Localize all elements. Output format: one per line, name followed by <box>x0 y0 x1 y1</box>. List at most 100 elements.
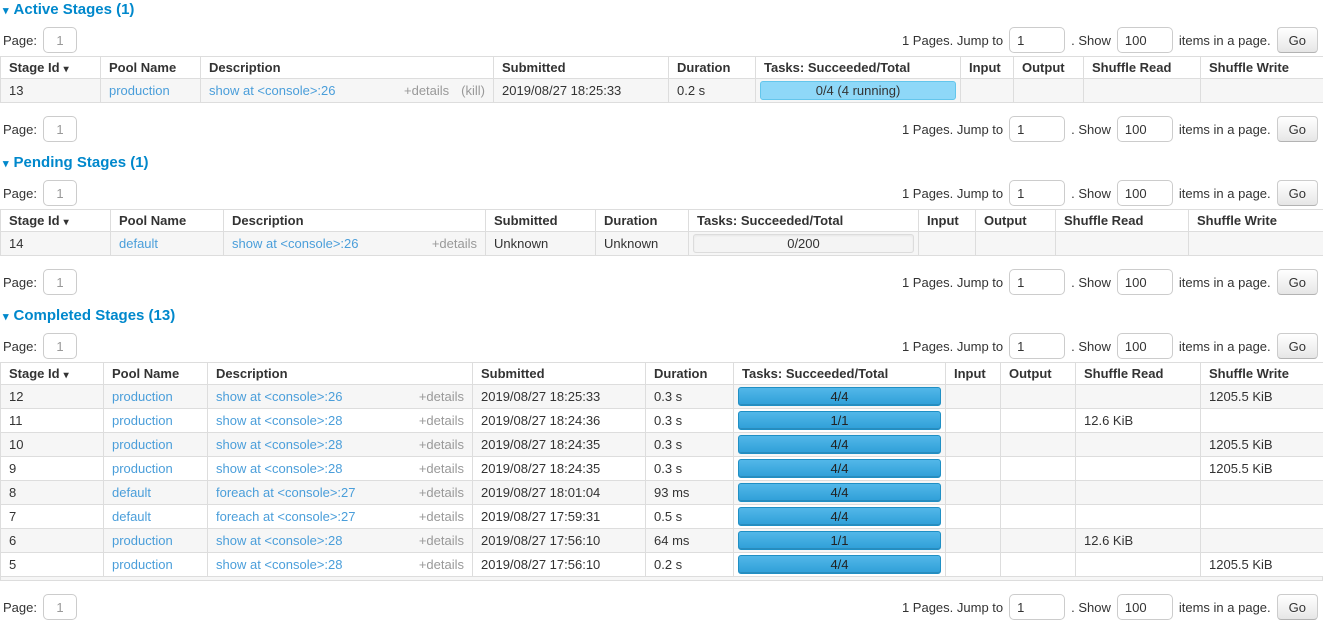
pagination-row: Page: 1 Pages. Jump to . Show items in a… <box>3 27 1318 53</box>
page-number-input[interactable] <box>43 27 77 53</box>
column-header[interactable]: Submitted <box>486 210 596 232</box>
description-link[interactable]: foreach at <console>:27 <box>216 485 419 500</box>
column-header[interactable]: Shuffle Read <box>1056 210 1189 232</box>
pool-name-link[interactable]: production <box>112 413 173 428</box>
tasks-progress-bar: 1/1 <box>738 531 941 550</box>
column-header[interactable]: Tasks: Succeeded/Total <box>756 57 961 79</box>
column-header[interactable]: Shuffle Write <box>1201 363 1323 385</box>
details-toggle[interactable]: +details <box>419 485 464 500</box>
details-toggle[interactable]: +details <box>419 557 464 572</box>
column-header[interactable]: Stage Id▾ <box>1 57 101 79</box>
column-header[interactable]: Pool Name <box>104 363 208 385</box>
go-button[interactable]: Go <box>1277 269 1318 295</box>
pending-stages-heading[interactable]: ▾ Pending Stages (1) <box>3 153 1323 171</box>
column-header[interactable]: Description <box>201 57 494 79</box>
show-count-input[interactable] <box>1117 594 1173 620</box>
details-toggle[interactable]: +details <box>419 509 464 524</box>
column-header[interactable]: Tasks: Succeeded/Total <box>734 363 946 385</box>
column-header[interactable]: Description <box>224 210 486 232</box>
column-header[interactable]: Input <box>919 210 976 232</box>
tasks-cell: 4/4 <box>734 457 946 481</box>
output-cell <box>1001 553 1076 577</box>
column-header[interactable]: Stage Id▾ <box>1 210 111 232</box>
column-header[interactable]: Tasks: Succeeded/Total <box>689 210 919 232</box>
description-link[interactable]: show at <console>:26 <box>209 83 404 98</box>
column-header[interactable]: Stage Id▾ <box>1 363 104 385</box>
go-button[interactable]: Go <box>1277 180 1318 206</box>
pool-name-link[interactable]: production <box>112 557 173 572</box>
details-toggle[interactable]: +details <box>419 413 464 428</box>
description-link[interactable]: show at <console>:26 <box>216 389 419 404</box>
column-header[interactable]: Duration <box>596 210 689 232</box>
show-count-input[interactable] <box>1117 180 1173 206</box>
description-link[interactable]: foreach at <console>:27 <box>216 509 419 524</box>
active-stages-heading[interactable]: ▾ Active Stages (1) <box>3 0 1323 18</box>
kill-link[interactable]: (kill) <box>461 83 485 98</box>
jump-to-input[interactable] <box>1009 594 1065 620</box>
completed-stages-section: ▾ Completed Stages (13) Page: 1 Pages. J… <box>0 306 1323 620</box>
column-header[interactable]: Output <box>976 210 1056 232</box>
go-button[interactable]: Go <box>1277 594 1318 620</box>
completed-stages-heading[interactable]: ▾ Completed Stages (13) <box>3 306 1323 324</box>
jump-to-input[interactable] <box>1009 27 1065 53</box>
page-number-input[interactable] <box>43 269 77 295</box>
jump-to-input[interactable] <box>1009 116 1065 142</box>
page-number-input[interactable] <box>43 180 77 206</box>
pool-name-link[interactable]: default <box>112 509 151 524</box>
column-header[interactable]: Shuffle Write <box>1189 210 1323 232</box>
pool-name-link[interactable]: production <box>112 461 173 476</box>
pool-name-link[interactable]: default <box>112 485 151 500</box>
jump-to-input[interactable] <box>1009 333 1065 359</box>
page-number-input[interactable] <box>43 116 77 142</box>
column-header[interactable]: Duration <box>646 363 734 385</box>
pool-name-link[interactable]: default <box>119 236 158 251</box>
go-button[interactable]: Go <box>1277 116 1318 142</box>
page-number-input[interactable] <box>43 333 77 359</box>
submitted-cell: 2019/08/27 18:25:33 <box>473 385 646 409</box>
column-header[interactable]: Output <box>1014 57 1084 79</box>
column-header[interactable]: Submitted <box>473 363 646 385</box>
show-count-input[interactable] <box>1117 116 1173 142</box>
details-toggle[interactable]: +details <box>419 437 464 452</box>
show-count-input[interactable] <box>1117 269 1173 295</box>
description-link[interactable]: show at <console>:28 <box>216 437 419 452</box>
jump-to-input[interactable] <box>1009 180 1065 206</box>
jump-to-input[interactable] <box>1009 269 1065 295</box>
details-toggle[interactable]: +details <box>419 533 464 548</box>
page-number-input[interactable] <box>43 594 77 620</box>
pool-name-cell: production <box>104 385 208 409</box>
column-header[interactable]: Description <box>208 363 473 385</box>
tasks-cell: 0/4 (4 running) <box>756 79 961 103</box>
column-header[interactable]: Duration <box>669 57 756 79</box>
column-header[interactable]: Input <box>961 57 1014 79</box>
column-header[interactable]: Shuffle Write <box>1201 57 1323 79</box>
details-toggle[interactable]: +details <box>432 236 477 251</box>
description-link[interactable]: show at <console>:26 <box>232 236 432 251</box>
column-header[interactable]: Output <box>1001 363 1076 385</box>
show-count-input[interactable] <box>1117 27 1173 53</box>
column-header[interactable]: Pool Name <box>101 57 201 79</box>
show-count-input[interactable] <box>1117 333 1173 359</box>
description-link[interactable]: show at <console>:28 <box>216 413 419 428</box>
column-header[interactable]: Input <box>946 363 1001 385</box>
table-header-row: Stage Id▾Pool NameDescriptionSubmittedDu… <box>1 57 1323 79</box>
pool-name-link[interactable]: production <box>112 533 173 548</box>
description-link[interactable]: show at <console>:28 <box>216 461 419 476</box>
go-button[interactable]: Go <box>1277 27 1318 53</box>
description-link[interactable]: show at <console>:28 <box>216 533 419 548</box>
column-header[interactable]: Shuffle Read <box>1084 57 1201 79</box>
pool-name-link[interactable]: production <box>109 83 170 98</box>
collapse-arrow-icon: ▾ <box>3 310 9 323</box>
details-toggle[interactable]: +details <box>419 461 464 476</box>
details-toggle[interactable]: +details <box>404 83 449 98</box>
tasks-progress-bar: 0/4 (4 running) <box>760 81 956 100</box>
pool-name-link[interactable]: production <box>112 437 173 452</box>
details-toggle[interactable]: +details <box>419 389 464 404</box>
column-header[interactable]: Pool Name <box>111 210 224 232</box>
column-header[interactable]: Submitted <box>494 57 669 79</box>
pool-name-link[interactable]: production <box>112 389 173 404</box>
column-header-label: Pool Name <box>119 213 186 228</box>
description-link[interactable]: show at <console>:28 <box>216 557 419 572</box>
column-header[interactable]: Shuffle Read <box>1076 363 1201 385</box>
go-button[interactable]: Go <box>1277 333 1318 359</box>
